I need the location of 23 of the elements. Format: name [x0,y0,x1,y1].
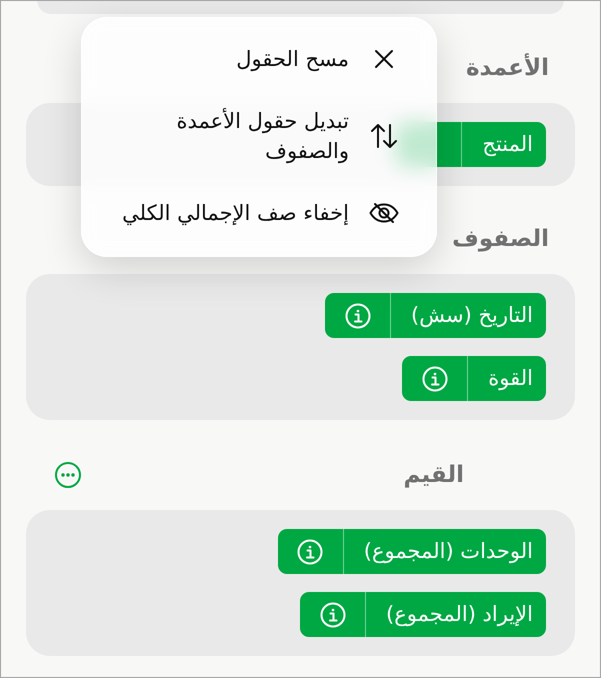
close-icon [374,49,394,69]
menu-item[interactable]: مسح الحقول [102,44,399,74]
field-chip[interactable]: الوحدات (المجموع) [278,529,546,574]
field-label: المنتج [481,130,534,158]
eye-slash-icon [369,202,399,224]
field-label: الإيراد (المجموع) [385,600,534,628]
more-icon[interactable] [55,462,81,488]
section-heading: الصفوف [452,225,549,254]
menu-item[interactable]: تبديل حقول الأعمدة والصفوف [102,106,399,166]
section-heading: الأعمدة [466,52,549,83]
up-down-arrows-icon [370,123,398,149]
field-chip[interactable]: الإيراد (المجموع) [300,592,546,637]
field-label: الوحدات (المجموع) [362,538,534,566]
field-chip[interactable]: التاريخ (سش) [325,293,546,338]
section-heading: القيم [404,461,464,490]
info-icon[interactable] [320,602,346,628]
info-icon[interactable] [422,366,448,392]
field-label: التاريخ (سش) [410,302,534,330]
field-chip[interactable]: القوة [402,356,546,401]
info-icon[interactable] [297,538,324,564]
menu-item[interactable]: إخفاء صف الإجمالي الكلي [102,198,399,228]
field-label: القوة [487,364,534,392]
info-icon[interactable] [344,302,371,328]
